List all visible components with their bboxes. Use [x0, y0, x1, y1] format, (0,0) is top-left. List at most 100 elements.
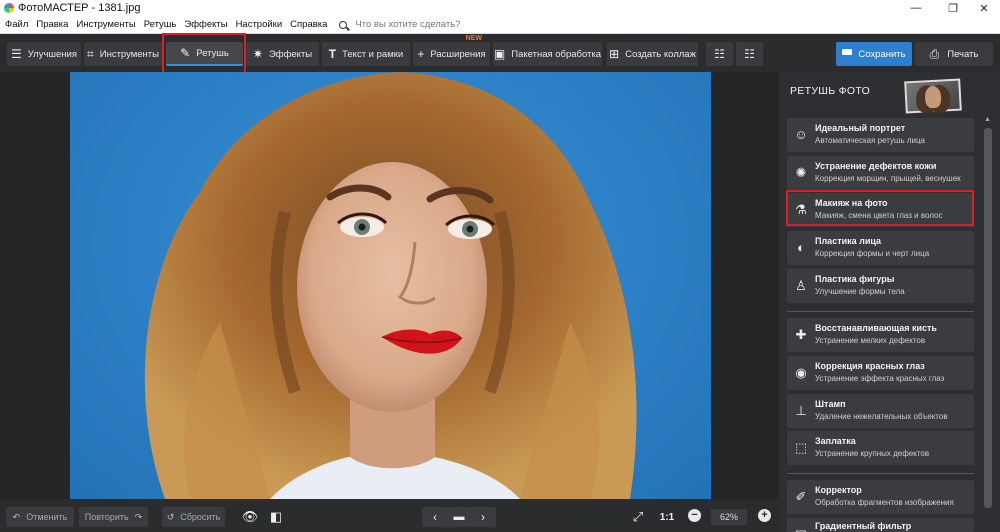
menu-search[interactable]: Что вы хотите сделать?	[339, 19, 460, 30]
tool-name: Корректор	[815, 485, 862, 495]
photo-canvas[interactable]	[0, 72, 778, 499]
undo-icon: ↶	[12, 511, 21, 522]
prev-image-button[interactable]: ‹	[422, 507, 448, 527]
tab-extensions[interactable]: + Расширения NEW	[413, 35, 490, 66]
tool-face-shape[interactable]: ◐ Пластика лица Коррекция формы и черт л…	[787, 231, 974, 265]
save-button[interactable]: Сохранить	[836, 42, 912, 66]
zoom-value[interactable]: 62%	[711, 509, 747, 525]
plus-icon: +	[417, 47, 425, 61]
eye-icon[interactable]: 👁	[240, 507, 260, 527]
tool-desc: Обработка фрагментов изображения	[815, 498, 954, 507]
patch-icon: ⬚	[794, 440, 808, 455]
ratio-1-1-button[interactable]: 1:1	[656, 507, 678, 527]
print-label: Печать	[947, 48, 979, 60]
reset-label: Сбросить	[180, 512, 221, 522]
undo-label: Отменить	[26, 512, 68, 522]
tool-name: Заплатка	[815, 436, 856, 446]
list-info-icon: ☷	[744, 47, 755, 61]
menu-bar: Файл Правка Инструменты Ретушь Эффекты Н…	[0, 16, 1000, 34]
sliders-icon: ☰	[10, 47, 22, 61]
tool-name: Градиентный фильтр	[815, 521, 912, 531]
gradient-icon: ▤	[794, 527, 808, 532]
history-add-button[interactable]: ☷	[706, 42, 733, 66]
skin-icon: ✺	[795, 165, 807, 180]
tab-label: Расширения	[430, 48, 486, 60]
redo-label: Повторить	[84, 512, 129, 522]
panel-divider	[787, 473, 974, 474]
printer-icon: ⎙	[929, 46, 940, 61]
save-icon	[842, 49, 853, 59]
history-info-button[interactable]: ☷	[736, 42, 763, 66]
scroll-up-icon[interactable]: ▲	[984, 116, 991, 123]
tool-red-eye[interactable]: ◉ Коррекция красных глаз Устранение эффе…	[787, 356, 974, 390]
menu-edit[interactable]: Правка	[36, 19, 68, 30]
crop-icon: ⌗	[86, 47, 94, 61]
scrollbar-thumb[interactable]	[984, 128, 992, 508]
menu-effects[interactable]: Эффекты	[184, 19, 227, 30]
menu-retouch[interactable]: Ретушь	[144, 19, 177, 30]
next-image-button[interactable]: ›	[470, 507, 496, 527]
open-folder-button[interactable]: ▬	[448, 507, 470, 527]
face-shape-icon: ◐	[797, 240, 805, 255]
eye-icon: ◉	[795, 365, 807, 380]
tool-name: Пластика лица	[815, 236, 882, 246]
panel-title: РЕТУШЬ ФОТО	[790, 85, 871, 97]
folder-icon: ▬	[453, 511, 465, 523]
panel-scrollbar[interactable]: ▲	[983, 114, 993, 532]
tool-ideal-portrait[interactable]: ☺ Идеальный портрет Автоматическая ретуш…	[787, 118, 974, 152]
tab-label: Улучшения	[27, 48, 77, 60]
list-add-icon: ☷	[714, 47, 725, 61]
menu-settings[interactable]: Настройки	[236, 19, 283, 30]
figure-icon: ♙	[795, 278, 807, 293]
tab-label: Инструменты	[99, 48, 159, 60]
compare-icon[interactable]: ◧	[266, 507, 286, 527]
panel-header-thumbnail	[904, 78, 962, 114]
chevron-left-icon: ‹	[433, 510, 437, 524]
reset-button[interactable]: ↺ Сбросить	[162, 507, 225, 527]
tool-desc: Устранение мелких дефектов	[815, 336, 926, 345]
tab-batch-processing[interactable]: ▣ Пакетная обработка	[493, 42, 602, 66]
tool-name: Штамп	[815, 399, 846, 409]
tool-patch[interactable]: ⬚ Заплатка Устранение крупных дефектов	[787, 431, 974, 465]
menu-tools[interactable]: Инструменты	[76, 19, 135, 30]
tool-name: Восстанавливающая кисть	[815, 323, 937, 333]
tool-skin-defects[interactable]: ✺ Устранение дефектов кожи Коррекция мор…	[787, 156, 974, 190]
menu-help[interactable]: Справка	[290, 19, 327, 30]
tab-label: Эффекты	[268, 48, 313, 60]
tool-name: Устранение дефектов кожи	[815, 161, 937, 171]
stamp-icon: ⊥	[795, 403, 807, 418]
print-button[interactable]: ⎙ Печать	[915, 42, 993, 66]
tab-tools[interactable]: ⌗ Инструменты	[84, 42, 162, 66]
chevron-right-icon: ›	[481, 510, 485, 524]
close-button[interactable]: ✕	[964, 0, 1000, 16]
tab-label: Создать коллаж	[625, 48, 696, 60]
minimize-button[interactable]: —	[896, 0, 936, 16]
new-badge: NEW	[465, 35, 482, 42]
fit-screen-icon[interactable]: ⤢	[628, 507, 648, 527]
reset-icon: ↺	[166, 511, 175, 522]
tool-healing-brush[interactable]: ✚ Восстанавливающая кисть Устранение мел…	[787, 318, 974, 352]
tool-figure-shape[interactable]: ♙ Пластика фигуры Улучшение формы тела	[787, 269, 974, 303]
tool-corrector[interactable]: ✐ Корректор Обработка фрагментов изображ…	[787, 480, 974, 514]
tool-gradient-filter[interactable]: ▤ Градиентный фильтр	[787, 518, 974, 532]
bandage-icon: ✚	[795, 327, 807, 342]
undo-button[interactable]: ↶ Отменить	[6, 507, 74, 527]
redo-button[interactable]: Повторить ↷	[79, 507, 148, 527]
tab-create-collage[interactable]: ⊞ Создать коллаж	[607, 42, 698, 66]
zoom-out-button[interactable]: −	[688, 509, 701, 522]
portrait-illustration	[144, 72, 637, 499]
title-bar: ФотоМАСТЕР - 1381.jpg — ❐ ✕	[0, 0, 1000, 16]
bottom-bar: ↶ Отменить Повторить ↷ ↺ Сбросить 👁 ◧ ‹ …	[0, 499, 780, 532]
tool-stamp[interactable]: ⊥ Штамп Удаление нежелательных объектов	[787, 394, 974, 428]
app-logo-icon	[4, 3, 14, 13]
tab-text-frames[interactable]: T Текст и рамки	[322, 42, 410, 66]
tool-name: Коррекция красных глаз	[815, 361, 925, 371]
tab-enhancements[interactable]: ☰ Улучшения	[7, 42, 81, 66]
panel-divider	[787, 311, 974, 312]
tool-desc: Коррекция морщин, прыщей, веснушек	[815, 174, 961, 183]
tab-effects[interactable]: ✷ Эффекты	[246, 42, 319, 66]
zoom-in-button[interactable]: +	[758, 509, 771, 522]
search-icon	[339, 20, 348, 29]
menu-file[interactable]: Файл	[5, 19, 28, 30]
portrait-icon: ☺	[794, 127, 808, 142]
